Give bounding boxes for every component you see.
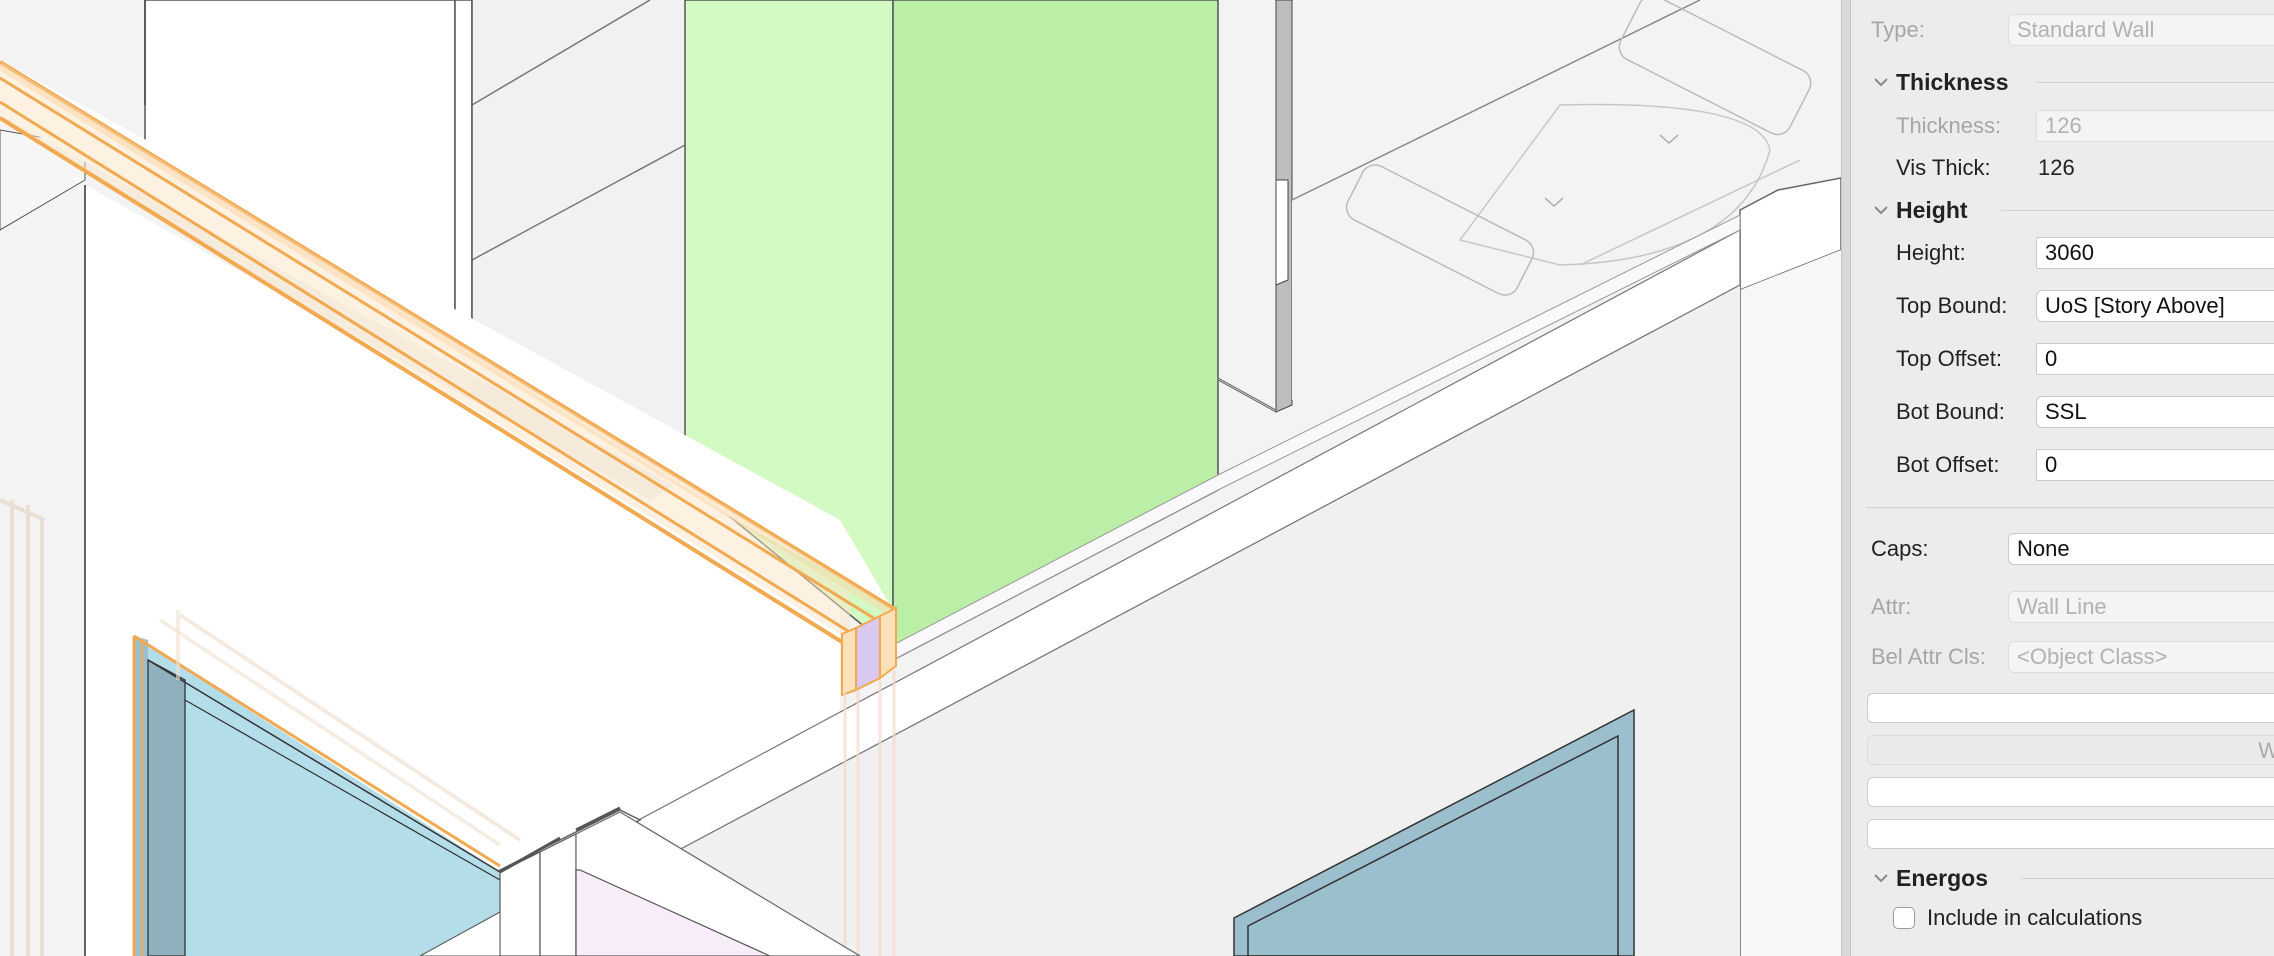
thickness-field: 126 (2036, 110, 2274, 142)
chevron-down-icon[interactable] (1873, 74, 1889, 90)
caps-dropdown[interactable]: None (2008, 533, 2274, 565)
type-label: Type: (1871, 17, 1925, 42)
vis-thick-row: Vis Thick: 126 (1851, 148, 2274, 188)
height-section-title: Height (1896, 197, 1968, 223)
back-wall-post (454, 0, 473, 352)
separator (1866, 507, 2274, 508)
caps-label: Caps: (1871, 536, 1929, 561)
beam-end-section (855, 614, 881, 692)
bot-offset-row: Bot Offset: 0 (1851, 445, 2274, 485)
height-field[interactable]: 3060 (2036, 237, 2274, 269)
attr-dropdown: Wall Line (2008, 591, 2274, 623)
action-button-2: W (1867, 735, 2274, 765)
include-calculations-row: Include in calculations (1851, 898, 2274, 938)
section-divider (2021, 878, 2274, 879)
viewport-palette-divider[interactable] (1841, 0, 1851, 956)
attr-label: Attr: (1871, 594, 1912, 619)
type-row: Type: Standard Wall (1851, 10, 2274, 50)
top-offset-label: Top Offset: (1896, 346, 2002, 371)
chevron-down-icon[interactable] (1873, 870, 1889, 886)
caps-row: Caps: None (1851, 529, 2274, 569)
action-button-2-label: W (2258, 738, 2274, 763)
chevron-down-icon[interactable] (1873, 202, 1889, 218)
top-offset-row: Top Offset: 0 (1851, 339, 2274, 379)
bel-attr-cls-label: Bel Attr Cls: (1871, 644, 1986, 669)
energos-section-header[interactable]: Energos (1851, 858, 2274, 898)
top-offset-field[interactable]: 0 (2036, 343, 2274, 375)
height-section-header[interactable]: Height (1851, 190, 2274, 230)
object-info-palette: Type: Standard Wall Thickness Thickness:… (1851, 0, 2274, 956)
bel-attr-cls-row: Bel Attr Cls: <Object Class> (1851, 637, 2274, 677)
bot-bound-row: Bot Bound: SSL (1851, 392, 2274, 432)
height-row: Height: 3060 (1851, 233, 2274, 273)
thickness-label: Thickness: (1896, 113, 2002, 138)
section-divider (2001, 210, 2274, 211)
section-divider (2036, 82, 2274, 83)
top-bound-row: Top Bound: UoS [Story Above] (1851, 286, 2274, 326)
include-calculations-checkbox[interactable] (1893, 907, 1915, 929)
height-label: Height: (1896, 240, 1966, 265)
thickness-section-title: Thickness (1896, 69, 2009, 95)
bel-attr-cls-dropdown: <Object Class> (2008, 641, 2274, 673)
bot-offset-label: Bot Offset: (1896, 452, 2000, 477)
action-button-4[interactable] (1867, 819, 2274, 849)
energos-section-title: Energos (1896, 865, 1989, 891)
isometric-model-view (0, 0, 1841, 956)
drawing-viewport[interactable] (0, 0, 1841, 956)
action-button-1[interactable] (1867, 693, 2274, 723)
bot-offset-field[interactable]: 0 (2036, 449, 2274, 481)
vis-thick-value: 126 (2038, 155, 2075, 180)
top-bound-label: Top Bound: (1896, 293, 2008, 318)
top-bound-dropdown[interactable]: UoS [Story Above] (2036, 290, 2274, 322)
action-button-3[interactable] (1867, 777, 2274, 807)
attr-row: Attr: Wall Line (1851, 587, 2274, 627)
type-field: Standard Wall (2008, 14, 2274, 46)
thickness-row: Thickness: 126 (1851, 106, 2274, 146)
bot-bound-label: Bot Bound: (1896, 399, 2005, 424)
bot-bound-dropdown[interactable]: SSL (2036, 396, 2274, 428)
thickness-section-header[interactable]: Thickness (1851, 62, 2274, 102)
vis-thick-label: Vis Thick: (1896, 155, 1991, 180)
include-calculations-label: Include in calculations (1927, 905, 2143, 930)
